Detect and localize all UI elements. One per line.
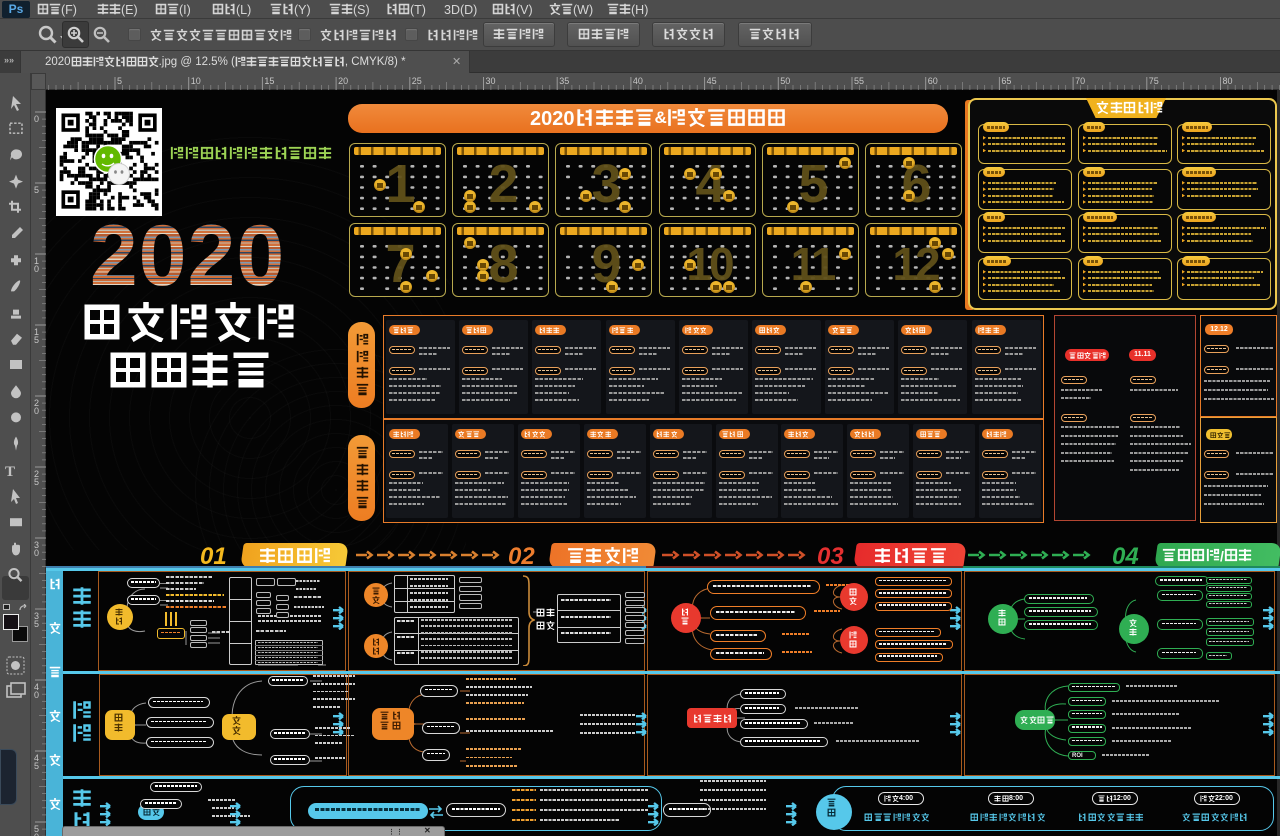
svg-text:15: 15 bbox=[264, 76, 274, 86]
svg-text:30: 30 bbox=[486, 76, 496, 86]
svg-text:0: 0 bbox=[34, 832, 39, 836]
svg-text:0: 0 bbox=[34, 690, 39, 700]
svg-text:5: 5 bbox=[34, 335, 39, 345]
svg-text:5: 5 bbox=[117, 76, 122, 86]
svg-text:5: 5 bbox=[34, 477, 39, 487]
svg-text:10: 10 bbox=[191, 76, 201, 86]
svg-text:35: 35 bbox=[559, 76, 569, 86]
svg-text:0: 0 bbox=[34, 114, 39, 124]
svg-text:0: 0 bbox=[34, 406, 39, 416]
svg-text:70: 70 bbox=[1075, 76, 1085, 86]
svg-text:25: 25 bbox=[412, 76, 422, 86]
svg-text:80: 80 bbox=[1223, 76, 1233, 86]
svg-text:45: 45 bbox=[707, 76, 717, 86]
svg-text:T: T bbox=[5, 464, 15, 480]
svg-text:40: 40 bbox=[633, 76, 643, 86]
svg-text:65: 65 bbox=[1001, 76, 1011, 86]
svg-text:0: 0 bbox=[34, 264, 39, 274]
svg-text:60: 60 bbox=[928, 76, 938, 86]
svg-text:75: 75 bbox=[1149, 76, 1159, 86]
svg-text:55: 55 bbox=[854, 76, 864, 86]
svg-text:50: 50 bbox=[780, 76, 790, 86]
svg-text:20: 20 bbox=[338, 76, 348, 86]
svg-text:0: 0 bbox=[34, 548, 39, 558]
svg-text:5: 5 bbox=[34, 185, 39, 195]
svg-text:5: 5 bbox=[34, 761, 39, 771]
svg-text:5: 5 bbox=[34, 619, 39, 629]
